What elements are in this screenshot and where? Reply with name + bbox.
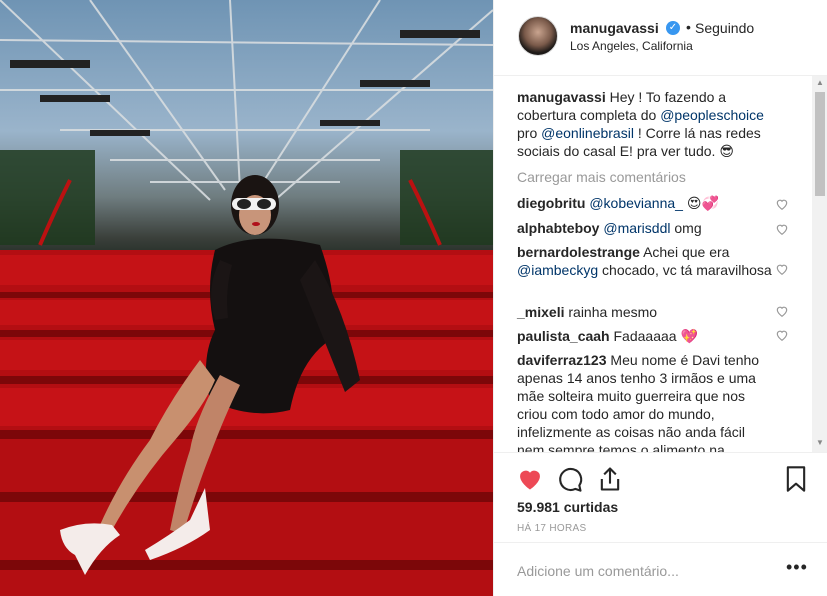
comment-mention[interactable]: @iambeckyg [517, 262, 598, 278]
comment-row: _mixeli rainha mesmo [517, 303, 772, 321]
post-side-panel: manugavassi ✓ • Seguindo Los Angeles, Ca… [493, 0, 827, 596]
scroll-up-arrow-icon[interactable]: ▲ [816, 78, 824, 87]
comment-like-heart-icon[interactable] [775, 222, 789, 236]
comment-like-heart-icon[interactable] [775, 304, 789, 318]
comment-text: omg [670, 220, 702, 236]
comment-row: daviferraz123 Meu nome é Davi tenho apen… [517, 351, 772, 452]
caption-username[interactable]: manugavassi [517, 89, 606, 105]
header-username[interactable]: manugavassi [570, 20, 659, 36]
comment-row: paulista_caah Fadaaaaa 💖 [517, 327, 772, 345]
post-actions: 59.981 curtidas HÁ 17 HORAS [494, 452, 827, 552]
comments-scrollbar[interactable]: ▲ ▼ [812, 76, 827, 452]
verified-badge-icon: ✓ [666, 21, 680, 35]
post-header: manugavassi ✓ • Seguindo Los Angeles, Ca… [494, 0, 827, 76]
share-icon[interactable] [596, 465, 624, 493]
likes-count[interactable]: 59.981 curtidas [517, 499, 618, 515]
comment-text-pre: Achei que era [643, 244, 730, 260]
bookmark-icon[interactable] [782, 465, 810, 493]
comment-mention[interactable]: @marisddl [603, 220, 670, 236]
comment-username[interactable]: _mixeli [517, 304, 564, 320]
comment-row: alphabteboy @marisddl omg [517, 219, 772, 237]
add-comment-input[interactable]: Adicione um comentário... [517, 563, 679, 579]
comment-text: 😍💞 [682, 195, 719, 211]
comment-text: chocado, vc tá maravilhosa [598, 262, 772, 278]
heart-icon[interactable] [516, 465, 544, 493]
comment-mention[interactable]: @kobevianna_ [589, 195, 683, 211]
comment-like-heart-icon[interactable] [775, 328, 789, 342]
comment-username[interactable]: bernardolestrange [517, 244, 640, 260]
comment-text: rainha mesmo [568, 304, 658, 320]
comment-username[interactable]: daviferraz123 [517, 352, 607, 368]
comment-username[interactable]: alphabteboy [517, 220, 599, 236]
comment-username[interactable]: diegobritu [517, 195, 585, 211]
comment-row: diegobritu @kobevianna_ 😍💞 [517, 194, 772, 212]
add-comment-bar: Adicione um comentário... ••• [494, 542, 827, 596]
more-options-icon[interactable]: ••• [786, 557, 808, 578]
comment-icon[interactable] [556, 465, 584, 493]
scrollbar-thumb[interactable] [815, 92, 825, 196]
comment-username[interactable]: paulista_caah [517, 328, 610, 344]
comments-list[interactable]: manugavassi Hey ! To fazendo a cobertura… [494, 76, 827, 452]
post-caption: manugavassi Hey ! To fazendo a cobertura… [517, 88, 787, 160]
caption-text-2: pro [517, 125, 542, 141]
scroll-down-arrow-icon[interactable]: ▼ [816, 438, 824, 447]
post-photo[interactable] [0, 0, 493, 596]
separator-dot: • [686, 19, 691, 35]
comment-row: bernardolestrange Achei que era @iambeck… [517, 243, 772, 279]
post-photo-illustration [0, 0, 493, 596]
caption-mention-peopleschoice[interactable]: @peopleschoice [660, 107, 764, 123]
avatar[interactable] [518, 16, 558, 56]
location-link[interactable]: Los Angeles, California [570, 39, 693, 53]
comment-text: Fadaaaaa 💖 [613, 328, 698, 344]
comment-like-heart-icon[interactable] [775, 262, 789, 276]
post-timestamp[interactable]: HÁ 17 HORAS [517, 523, 586, 534]
caption-mention-eonlinebrasil[interactable]: @eonlinebrasil [541, 125, 634, 141]
comment-like-heart-icon[interactable] [775, 197, 789, 211]
load-more-comments-link[interactable]: Carregar mais comentários [517, 169, 686, 185]
following-button[interactable]: Seguindo [695, 20, 754, 36]
